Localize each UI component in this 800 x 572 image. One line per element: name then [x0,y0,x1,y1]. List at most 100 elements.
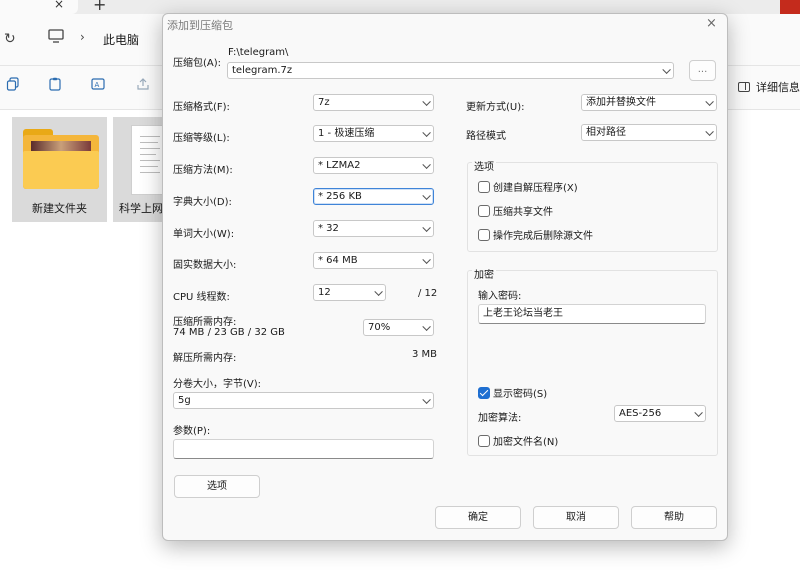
file-label: 新建文件夹 [32,202,87,215]
level-label: 压缩等级(L): [173,133,230,144]
split-size-combo[interactable]: 5g [173,392,434,409]
encrypt-filenames-checkbox-box[interactable] [478,434,490,447]
encryption-method-combo[interactable]: AES-256 [614,405,706,422]
path-mode-label: 路径模式 [466,131,506,142]
shared-files-checkbox[interactable]: 压缩共享文件 [478,203,553,218]
dict-size-label: 字典大小(D): [173,197,232,208]
details-pane-button[interactable]: 详细信息 [738,79,800,95]
solid-size-value: * 64 MB [318,255,358,266]
sfx-checkbox-label: 创建自解压程序(X) [493,183,578,194]
update-mode-combo[interactable]: 添加并替换文件 [581,94,717,111]
solid-size-label: 固实数据大小: [173,260,237,271]
mem-compress-value: 74 MB / 23 GB / 32 GB [173,327,285,338]
archive-name-value: telegram.7z [232,65,293,76]
window-close-button[interactable] [780,0,800,14]
folder-icon [23,129,99,189]
format-value: 7z [318,97,330,108]
encrypt-filenames-label: 加密文件名(N) [493,437,559,448]
level-combo[interactable]: 1 - 极速压缩 [313,125,434,142]
archive-name-combo[interactable]: telegram.7z [227,62,674,79]
level-value: 1 - 极速压缩 [318,128,375,139]
cancel-button[interactable]: 取消 [533,506,619,529]
document-icon [131,125,165,195]
word-size-combo[interactable]: * 32 [313,220,434,237]
chevron-down-icon [422,223,431,232]
word-size-label: 单词大小(W): [173,229,235,240]
chevron-down-icon [694,408,703,417]
tab-close-icon[interactable]: × [54,0,64,11]
add-to-archive-dialog: 添加到压缩包 × 压缩包(A): F:\telegram\ telegram.7… [162,13,728,541]
file-item-document[interactable]: 科学上网 [113,117,165,222]
mem-percent-value: 70% [368,322,391,333]
mem-percent-combo[interactable]: 70% [363,319,434,336]
file-label: 科学上网 [119,202,163,215]
mem-compress-label: 压缩所需内存: [173,317,237,328]
options-button[interactable]: 选项 [174,475,260,498]
file-item-folder[interactable]: 新建文件夹 [12,117,107,222]
dialog-close-icon[interactable]: × [706,16,717,31]
params-label: 参数(P): [173,426,211,437]
method-combo[interactable]: * LZMA2 [313,157,434,174]
computer-icon [48,29,64,47]
tab-bar: × + [0,0,800,14]
cpu-threads-value: 12 [318,287,331,298]
copy-icon[interactable] [4,77,22,95]
chevron-down-icon [422,160,431,169]
update-mode-value: 添加并替换文件 [586,97,656,108]
chevron-down-icon [705,127,714,136]
shared-files-checkbox-label: 压缩共享文件 [493,207,553,218]
password-input[interactable]: 上老王论坛当老王 [478,304,706,324]
delete-after-checkbox[interactable]: 操作完成后删除源文件 [478,227,593,242]
show-password-checkbox-box[interactable] [478,386,490,399]
delete-after-checkbox-box[interactable] [478,228,490,241]
solid-size-combo[interactable]: * 64 MB [313,252,434,269]
archive-path: F:\telegram\ [228,47,289,58]
show-password-label: 显示密码(S) [493,389,548,400]
help-button[interactable]: 帮助 [631,506,717,529]
options-group-title: 选项 [472,158,496,173]
new-tab-icon[interactable]: + [93,0,106,14]
chevron-down-icon [422,128,431,137]
sfx-checkbox[interactable]: 创建自解压程序(X) [478,179,578,194]
encryption-method-label: 加密算法: [478,413,522,424]
path-mode-combo[interactable]: 相对路径 [581,124,717,141]
paste-icon[interactable] [46,77,64,95]
params-input[interactable] [173,439,434,459]
encryption-group-title: 加密 [472,266,496,281]
chevron-right-icon: › [80,30,85,44]
svg-text:A: A [95,81,100,89]
cpu-threads-combo[interactable]: 12 [313,284,386,301]
dict-size-value: * 256 KB [318,191,362,202]
encryption-method-value: AES-256 [619,408,662,419]
details-label: 详细信息 [756,81,800,94]
options-group: 选项 创建自解压程序(X) 压缩共享文件 操作完成后删除源文件 [467,158,718,252]
breadcrumb[interactable]: 此电脑 [103,31,139,48]
format-combo[interactable]: 7z [313,94,434,111]
cpu-threads-total: / 12 [418,288,438,299]
chevron-down-icon [374,287,383,296]
chevron-down-icon [422,255,431,264]
method-value: * LZMA2 [318,160,361,171]
path-mode-value: 相对路径 [586,127,626,138]
cpu-threads-label: CPU 线程数: [173,292,230,303]
share-icon[interactable] [134,77,152,95]
shared-files-checkbox-box[interactable] [478,204,490,217]
mem-decompress-label: 解压所需内存: [173,353,237,364]
dict-size-combo[interactable]: * 256 KB [313,188,434,205]
split-size-value: 5g [178,395,191,406]
show-password-checkbox[interactable]: 显示密码(S) [478,385,547,400]
encrypt-filenames-checkbox[interactable]: 加密文件名(N) [478,433,558,448]
update-mode-label: 更新方式(U): [466,102,525,113]
split-size-label: 分卷大小，字节(V): [173,379,262,390]
rename-icon[interactable]: A [89,77,107,95]
archive-label: 压缩包(A): [173,58,222,69]
browse-button[interactable]: ... [689,60,716,81]
method-label: 压缩方法(M): [173,165,233,176]
chevron-down-icon [422,395,431,404]
chevron-down-icon [662,65,671,74]
delete-after-checkbox-label: 操作完成后删除源文件 [493,231,593,242]
ok-button[interactable]: 确定 [435,506,521,529]
refresh-icon[interactable]: ↻ [4,31,16,47]
sfx-checkbox-box[interactable] [478,180,490,193]
explorer-tab[interactable]: × [0,0,78,14]
